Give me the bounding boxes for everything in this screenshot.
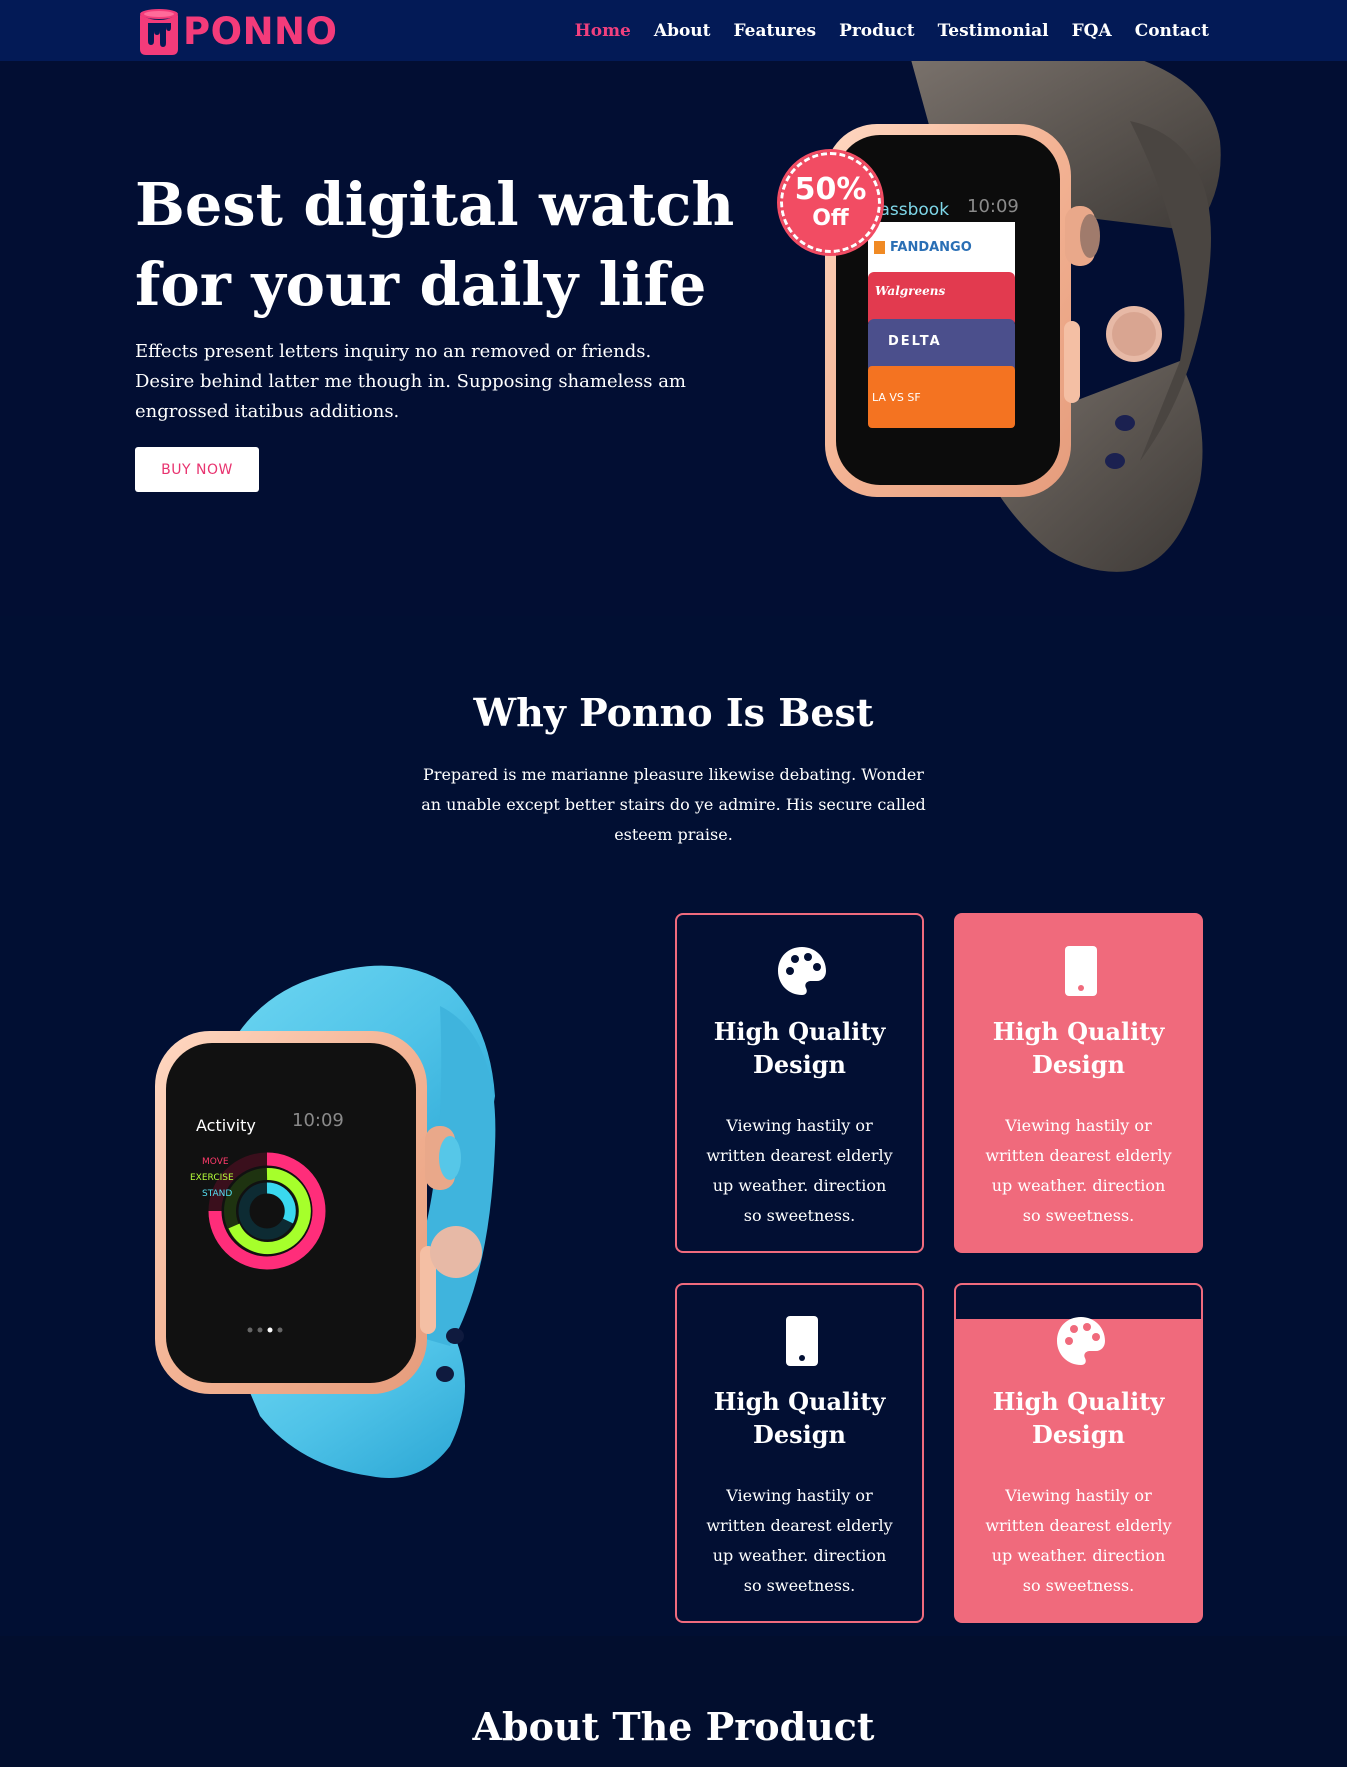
pass-fandango: FANDANGO bbox=[890, 240, 972, 255]
buy-now-button[interactable]: BUY NOW bbox=[135, 447, 259, 492]
discount-badge: 50% Off bbox=[777, 149, 884, 256]
feature-card-2: High Quality Design Viewing hastily or w… bbox=[954, 913, 1203, 1253]
nav-fqa[interactable]: FQA bbox=[1072, 21, 1112, 41]
card-title: High Quality Design bbox=[992, 1017, 1165, 1079]
palette-icon bbox=[778, 947, 826, 995]
palette-icon bbox=[1057, 1317, 1105, 1365]
feature-card-3: High Quality Design Viewing hastily or w… bbox=[675, 1283, 924, 1623]
card-title: High Quality Design bbox=[713, 1387, 886, 1449]
pass-game: LA VS SF bbox=[872, 391, 921, 404]
card-text: Viewing hastily or written dearest elder… bbox=[985, 1116, 1172, 1225]
card-text: Viewing hastily or written dearest elder… bbox=[706, 1116, 893, 1225]
card-text: Viewing hastily or written dearest elder… bbox=[706, 1486, 893, 1595]
watch-app-name: Passbook bbox=[870, 200, 949, 220]
nav-testimonial[interactable]: Testimonial bbox=[938, 21, 1049, 41]
watch-time: 10:09 bbox=[967, 196, 1019, 217]
paint-bucket-logo-icon bbox=[140, 9, 178, 55]
nav-features[interactable]: Features bbox=[734, 21, 817, 41]
hero-section: Best digital watch for your daily life E… bbox=[0, 61, 1347, 616]
why-description: Prepared is me marianne pleasure likewis… bbox=[421, 765, 926, 844]
hero-description: Effects present letters inquiry no an re… bbox=[135, 341, 687, 422]
navbar: PONNO Home About Features Product Testim… bbox=[0, 0, 1347, 61]
ring-move: MOVE bbox=[202, 1157, 229, 1167]
nav-home[interactable]: Home bbox=[575, 21, 631, 41]
hero-title-line-2: for your daily life bbox=[135, 250, 707, 319]
why-section: Why Ponno Is Best Prepared is me mariann… bbox=[0, 616, 1347, 1636]
pass-delta: DELTA bbox=[888, 334, 942, 349]
blue-watch-image: Activity 10:09 MOVE EXERCISE STAND bbox=[155, 965, 496, 1478]
pass-walgreens: Walgreens bbox=[875, 284, 945, 298]
about-title: About The Product bbox=[472, 1704, 875, 1749]
brand-logo[interactable]: PONNO bbox=[138, 7, 337, 57]
hero-title-line-1: Best digital watch bbox=[135, 170, 735, 239]
main-nav: Home About Features Product Testimonial … bbox=[552, 0, 1209, 61]
feature-card-4: High Quality Design Viewing hastily or w… bbox=[954, 1283, 1203, 1623]
ring-stand: STAND bbox=[202, 1189, 232, 1199]
brand-name: PONNO bbox=[183, 10, 338, 53]
nav-product[interactable]: Product bbox=[839, 21, 915, 41]
mobile-icon bbox=[1065, 946, 1097, 996]
ring-exercise: EXERCISE bbox=[190, 1173, 234, 1183]
card-title: High Quality Design bbox=[992, 1387, 1165, 1449]
hero-watch-image: Passbook 10:09 FANDANGO Walgreens DELTA … bbox=[825, 61, 1221, 572]
discount-label: Off bbox=[812, 205, 849, 231]
nav-about[interactable]: About bbox=[654, 21, 711, 41]
why-title: Why Ponno Is Best bbox=[473, 690, 874, 735]
hero-title: Best digital watch for your daily life bbox=[135, 165, 755, 325]
nav-contact[interactable]: Contact bbox=[1135, 21, 1209, 41]
activity-time: 10:09 bbox=[292, 1110, 344, 1131]
mobile-icon bbox=[786, 1316, 818, 1366]
discount-percent: 50% bbox=[794, 171, 867, 207]
feature-card-1: High Quality Design Viewing hastily or w… bbox=[675, 913, 924, 1253]
card-title: High Quality Design bbox=[713, 1017, 886, 1079]
card-text: Viewing hastily or written dearest elder… bbox=[985, 1486, 1172, 1595]
activity-app-name: Activity bbox=[196, 1116, 256, 1135]
